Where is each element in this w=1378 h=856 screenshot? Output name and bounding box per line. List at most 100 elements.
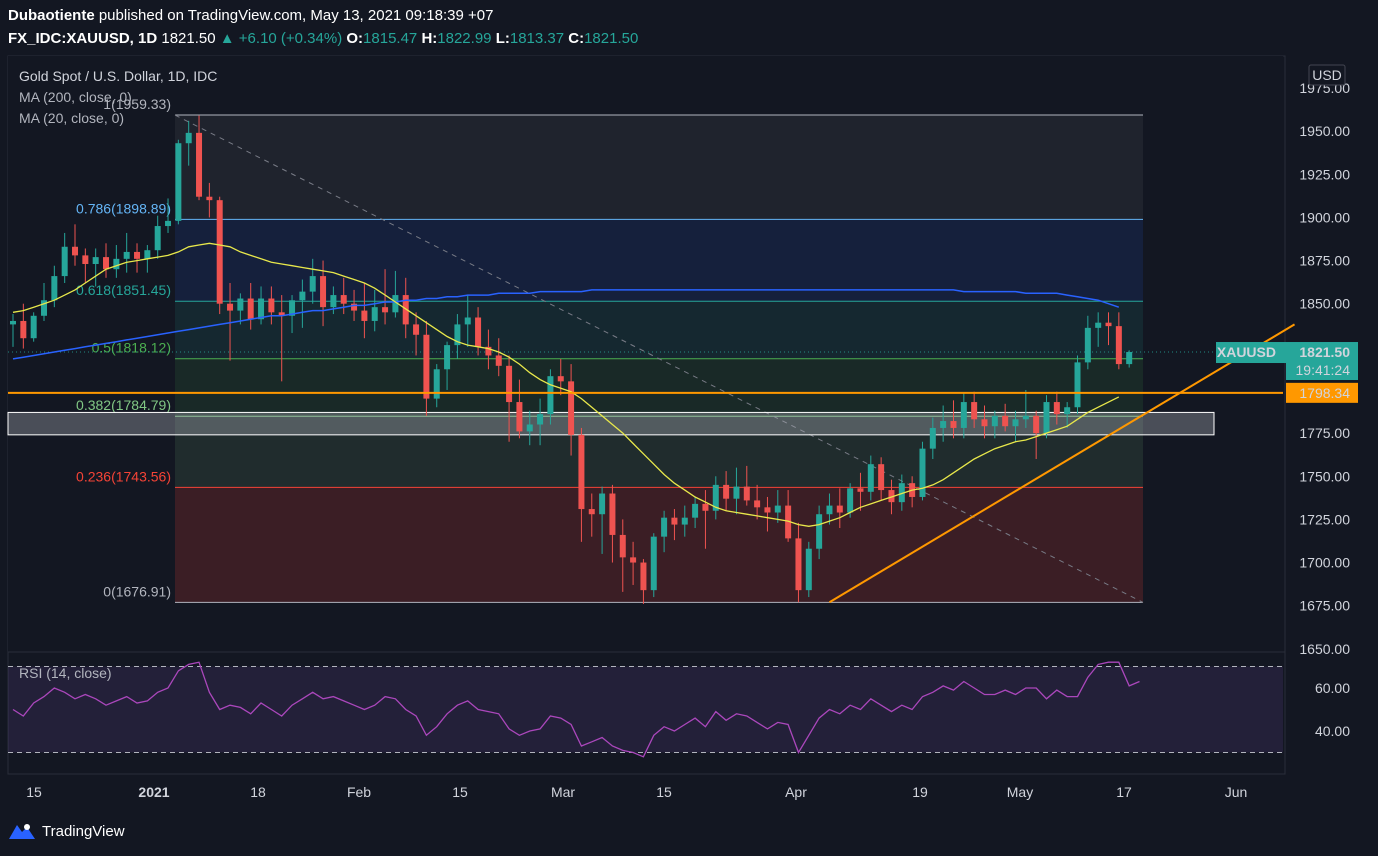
- candle-body: [144, 250, 151, 259]
- candle-body: [619, 534, 626, 558]
- candle-body: [1074, 362, 1081, 408]
- candle-body: [258, 298, 265, 320]
- candle-body: [795, 538, 802, 591]
- candle-body: [247, 298, 254, 320]
- rsi-legend[interactable]: RSI (14, close): [19, 665, 112, 681]
- candle-body: [51, 276, 58, 301]
- rsi-band-fill: [8, 666, 1283, 753]
- candle-body: [309, 276, 316, 292]
- candle-body: [433, 369, 440, 399]
- tradingview-logo[interactable]: TradingView: [8, 822, 125, 840]
- time-tick: Mar: [551, 784, 575, 800]
- hline-label: 1798.34: [1299, 385, 1350, 401]
- candle-body: [444, 345, 451, 370]
- rsi-pane[interactable]: [8, 661, 1283, 758]
- candle-body: [61, 246, 68, 277]
- price-tick: 1950.00: [1299, 123, 1350, 139]
- candle-body: [103, 257, 110, 270]
- candle-body: [826, 505, 833, 515]
- price-tick: 1700.00: [1299, 555, 1350, 571]
- rsi-tick: 40.00: [1315, 723, 1350, 739]
- candle-body: [981, 419, 988, 427]
- price-tick: 1775.00: [1299, 425, 1350, 441]
- tradingview-logo-icon: [9, 824, 35, 839]
- candle-body: [464, 317, 471, 325]
- fib-level-label: 0.618(1851.45): [76, 282, 171, 298]
- candle-body: [92, 257, 99, 265]
- price-chart[interactable]: 1(1959.33)0.786(1898.89)0.618(1851.45)0.…: [0, 0, 1378, 856]
- candle-body: [268, 298, 275, 313]
- candle-body: [382, 307, 389, 313]
- candle-body: [340, 295, 347, 304]
- candle-body: [1053, 402, 1060, 415]
- candle-body: [320, 276, 327, 308]
- candle-body: [10, 320, 16, 325]
- time-axis[interactable]: 15 2021 18 Feb 15 Mar 15 Apr 19 May 17 Jun: [26, 784, 1247, 800]
- candle-body: [991, 415, 998, 427]
- time-tick: 15: [452, 784, 468, 800]
- candle-body: [330, 295, 337, 308]
- candle-body: [681, 517, 688, 525]
- time-tick: 19: [912, 784, 928, 800]
- candle-body: [299, 291, 306, 301]
- fib-zone-0: [175, 115, 1143, 220]
- candle-body: [568, 381, 575, 435]
- candle-body: [175, 143, 182, 221]
- candle-body: [836, 505, 843, 513]
- price-tick: 1675.00: [1299, 598, 1350, 614]
- candle-body: [1033, 415, 1040, 434]
- price-tick: 1875.00: [1299, 253, 1350, 269]
- fib-zone-2: [175, 301, 1143, 359]
- candle-body: [671, 517, 678, 525]
- time-tick: 15: [26, 784, 42, 800]
- candle-body: [588, 509, 595, 515]
- candle-body: [878, 464, 885, 491]
- candle-body: [764, 507, 771, 513]
- candle-body: [20, 320, 27, 339]
- candle-body: [940, 421, 947, 428]
- fib-level-label: 0.5(1818.12): [92, 340, 171, 356]
- ma200-legend[interactable]: MA (200, close, 0): [19, 89, 132, 105]
- price-tick: 1850.00: [1299, 296, 1350, 312]
- candle-body: [950, 421, 957, 428]
- candle-body: [423, 334, 430, 399]
- candle-body: [971, 402, 978, 420]
- candle-body: [506, 365, 513, 403]
- candle-body: [206, 196, 213, 201]
- candle-body: [123, 251, 130, 259]
- candle-body: [413, 324, 420, 335]
- candle-body: [1105, 322, 1112, 327]
- candle-body: [1126, 352, 1133, 365]
- candle-body: [702, 503, 709, 511]
- candle-body: [82, 255, 89, 265]
- candle-body: [816, 514, 823, 549]
- price-tick: 1650.00: [1299, 641, 1350, 657]
- candle-body: [609, 493, 616, 535]
- candle-body: [134, 251, 141, 259]
- candle-body: [516, 402, 523, 432]
- candle-body: [867, 464, 874, 492]
- candle-body: [537, 414, 544, 425]
- candle-body: [1022, 415, 1029, 420]
- candle-body: [113, 258, 120, 270]
- candle-body: [30, 315, 37, 339]
- candle-body: [1012, 419, 1019, 427]
- time-tick: 18: [250, 784, 266, 800]
- candle-body: [599, 493, 606, 515]
- candle-body: [165, 220, 172, 227]
- ma20-legend[interactable]: MA (20, close, 0): [19, 110, 124, 126]
- candle-body: [196, 132, 203, 197]
- candle-body: [929, 427, 936, 449]
- candle-body: [960, 402, 967, 428]
- candle-body: [154, 226, 161, 251]
- candle-body: [1002, 415, 1009, 427]
- candle-body: [640, 562, 647, 591]
- price-tick: 1900.00: [1299, 209, 1350, 225]
- price-tick: 1750.00: [1299, 468, 1350, 484]
- fib-zone-5: [175, 487, 1143, 603]
- candle-body: [661, 517, 668, 537]
- candle-body: [1115, 326, 1122, 365]
- time-tick: Jun: [1225, 784, 1248, 800]
- fib-level-label: 0.382(1784.79): [76, 397, 171, 413]
- symbol-badge-label: XAUUSD: [1217, 344, 1276, 360]
